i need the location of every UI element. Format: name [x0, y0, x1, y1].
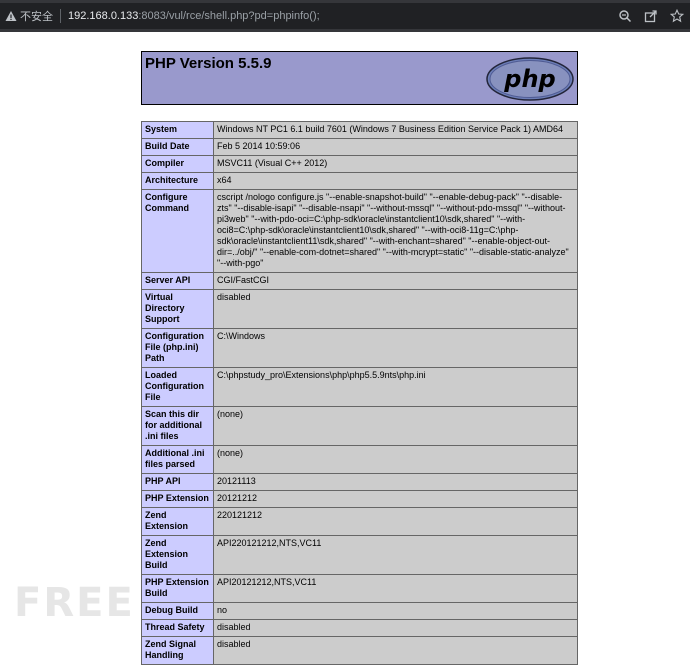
row-label: System [141, 121, 214, 139]
row-label: PHP API [141, 473, 214, 491]
php-logo: php [486, 57, 574, 101]
row-label: Thread Safety [141, 619, 214, 637]
row-label: Zend Extension Build [141, 535, 214, 575]
table-row: Configure Command cscript /nologo configu… [141, 189, 578, 273]
php-logo-text: php [503, 65, 555, 93]
row-value: (none) [213, 406, 578, 446]
table-row: Configuration File (php.ini) Path C:\Wind… [141, 328, 578, 368]
row-label: Architecture [141, 172, 214, 190]
row-value: 20121212 [213, 490, 578, 508]
table-row: Thread Safety disabled [141, 619, 578, 637]
row-value: Feb 5 2014 10:59:06 [213, 138, 578, 156]
row-label: Zend Extension [141, 507, 214, 536]
table-row: Build Date Feb 5 2014 10:59:06 [141, 138, 578, 156]
row-label: Additional .ini files parsed [141, 445, 214, 474]
url-path: :8083/vul/rce/shell.php?pd=phpinfo(); [138, 10, 320, 22]
row-label: Debug Build [141, 602, 214, 620]
table-row: PHP API 20121113 [141, 473, 578, 491]
table-row: Server API CGI/FastCGI [141, 272, 578, 290]
phpinfo-header: PHP Version 5.5.9 php [141, 51, 578, 105]
row-label: Virtual Directory Support [141, 289, 214, 329]
page-title: PHP Version 5.5.9 [145, 55, 272, 72]
row-value: API20121212,NTS,VC11 [213, 574, 578, 603]
zoom-icon[interactable] [618, 9, 632, 23]
row-label: Zend Signal Handling [141, 636, 214, 665]
row-value: disabled [213, 619, 578, 637]
row-value: MSVC11 (Visual C++ 2012) [213, 155, 578, 173]
address-bar-actions [618, 9, 684, 23]
row-label: Configure Command [141, 189, 214, 273]
row-value: C:\Windows [213, 328, 578, 368]
phpinfo-page: PHP Version 5.5.9 php System Windows NT P… [141, 51, 578, 665]
security-label[interactable]: 不安全 [20, 8, 53, 24]
table-row: Architecture x64 [141, 172, 578, 190]
warning-icon[interactable] [5, 10, 17, 22]
row-value: disabled [213, 289, 578, 329]
row-value: no [213, 602, 578, 620]
row-label: Compiler [141, 155, 214, 173]
table-row: PHP Extension 20121212 [141, 490, 578, 508]
table-row: Additional .ini files parsed (none) [141, 445, 578, 474]
table-row: Zend Extension Build API220121212,NTS,VC1… [141, 535, 578, 575]
row-label: Server API [141, 272, 214, 290]
url-separator [60, 9, 61, 23]
url-text[interactable]: 192.168.0.133:8083/vul/rce/shell.php?pd=… [68, 10, 320, 22]
table-row: Compiler MSVC11 (Visual C++ 2012) [141, 155, 578, 173]
row-value: (none) [213, 445, 578, 474]
row-value: disabled [213, 636, 578, 665]
row-label: Scan this dir for additional .ini files [141, 406, 214, 446]
table-row: PHP Extension Build API20121212,NTS,VC11 [141, 574, 578, 603]
row-label: PHP Extension [141, 490, 214, 508]
row-value: 20121113 [213, 473, 578, 491]
table-row: Loaded Configuration File C:\phpstudy_pro… [141, 367, 578, 407]
row-value: Windows NT PC1 6.1 build 7601 (Windows 7… [213, 121, 578, 139]
row-label: Build Date [141, 138, 214, 156]
table-row: Debug Build no [141, 602, 578, 620]
table-row: Zend Signal Handling disabled [141, 636, 578, 665]
row-label: PHP Extension Build [141, 574, 214, 603]
watermark: FREE [14, 580, 135, 626]
row-value: C:\phpstudy_pro\Extensions\php\php5.5.9n… [213, 367, 578, 407]
share-icon[interactable] [644, 9, 658, 23]
table-row: Scan this dir for additional .ini files(… [141, 406, 578, 446]
info-table: System Windows NT PC1 6.1 build 7601 (Win… [141, 121, 578, 665]
address-bar[interactable]: 不安全 192.168.0.133:8083/vul/rce/shell.php… [0, 3, 690, 29]
table-row: Virtual Directory Support disabled [141, 289, 578, 329]
table-row: Zend Extension 220121212 [141, 507, 578, 536]
row-label: Configuration File (php.ini) Path [141, 328, 214, 368]
browser-toolbar: 不安全 192.168.0.133:8083/vul/rce/shell.php… [0, 0, 690, 32]
url-host: 192.168.0.133 [68, 10, 139, 22]
star-icon[interactable] [670, 9, 684, 23]
table-row: System Windows NT PC1 6.1 build 7601 (Win… [141, 121, 578, 139]
row-value: cscript /nologo configure.js "--enable-s… [213, 189, 578, 273]
row-label: Loaded Configuration File [141, 367, 214, 407]
row-value: CGI/FastCGI [213, 272, 578, 290]
row-value: 220121212 [213, 507, 578, 536]
row-value: x64 [213, 172, 578, 190]
row-value: API220121212,NTS,VC11 [213, 535, 578, 575]
